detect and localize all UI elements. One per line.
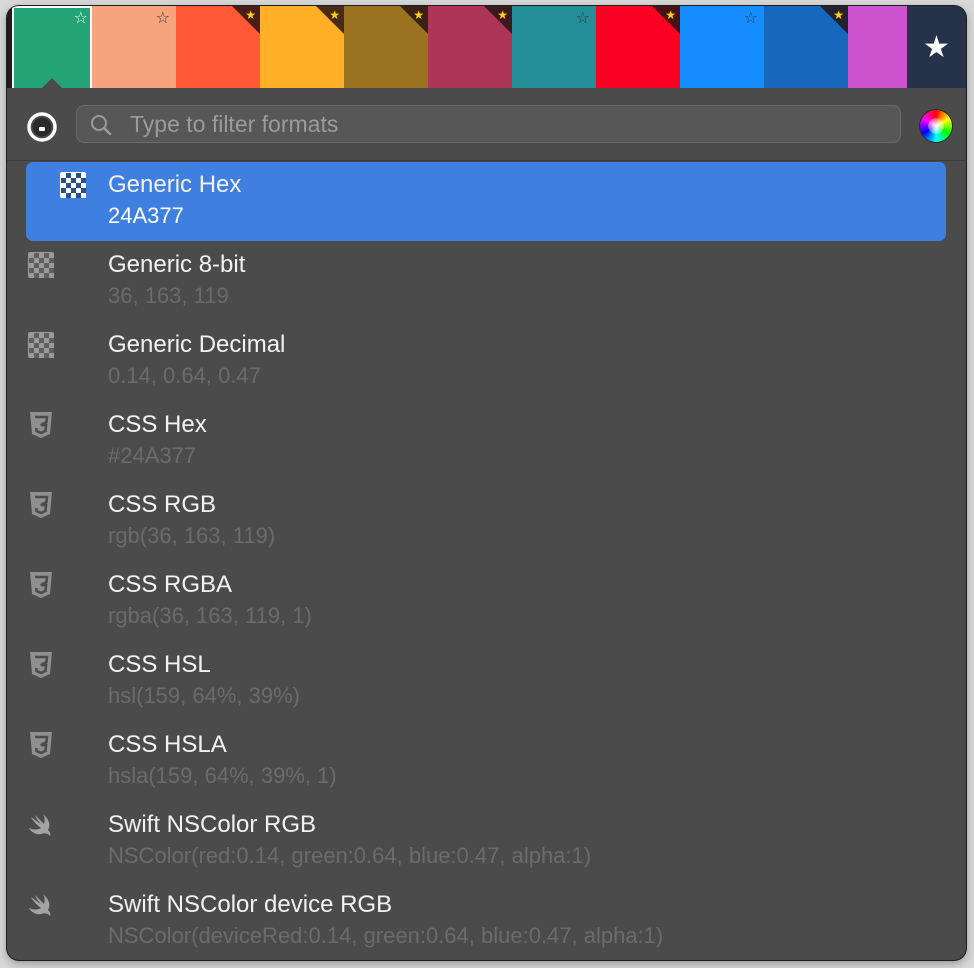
color-wheel-button[interactable] (920, 110, 952, 142)
format-title: Swift NSColor device RGB (108, 891, 393, 918)
format-row[interactable]: Generic Hex 24A377 (7, 161, 966, 241)
color-swatch[interactable]: ☆ (680, 6, 764, 88)
color-swatch[interactable]: ☆ (92, 6, 176, 88)
color-swatch[interactable]: ★ (344, 6, 428, 88)
format-title: CSS HSL (108, 651, 211, 678)
format-title: Generic 8-bit (108, 251, 246, 278)
color-swatch[interactable]: ★ (764, 6, 848, 88)
format-value: NSColor(deviceRed:0.14, green:0.64, blue… (108, 923, 664, 948)
css3-icon (27, 651, 55, 679)
format-value: hsla(159, 64%, 39%, 1) (108, 763, 337, 788)
color-swatch[interactable]: ★ (260, 6, 344, 88)
format-row[interactable]: CSS RGB rgb(36, 163, 119) (7, 481, 966, 561)
star-icon: ★ (833, 8, 844, 22)
format-row[interactable]: Swift NSColor device RGB NSColor(deviceRe… (7, 881, 966, 960)
color-swatch[interactable]: ★ (596, 6, 680, 88)
format-row[interactable]: CSS HSL hsl(159, 64%, 39%) (7, 641, 966, 721)
picker-ring-icon (27, 112, 57, 142)
checkerboard-icon (59, 171, 87, 199)
color-formats-popover: ☆ ☆ ★ ★ ★ ★ ☆ ★ ☆ ★ ★ Generic Hex 24A377 Generic 8-… (7, 6, 966, 960)
css3-icon (27, 731, 55, 759)
format-row[interactable]: Generic 8-bit 36, 163, 119 (7, 241, 966, 321)
color-swatch[interactable]: ☆ (512, 6, 596, 88)
color-swatch[interactable]: ☆ (12, 6, 92, 89)
css3-icon (27, 411, 55, 439)
star-icon: ★ (923, 29, 950, 65)
format-title: CSS RGBA (108, 571, 233, 598)
checkerboard-icon (27, 251, 55, 279)
format-title: Generic Hex (108, 171, 242, 198)
star-icon: ★ (413, 8, 424, 22)
toolbar (7, 88, 966, 161)
star-outline-icon: ☆ (155, 8, 170, 27)
format-value: rgba(36, 163, 119, 1) (108, 603, 312, 628)
css3-icon (27, 491, 55, 519)
format-value: NSColor(red:0.14, green:0.64, blue:0.47,… (108, 843, 592, 868)
format-row[interactable]: Generic Decimal 0.14, 0.64, 0.47 (7, 321, 966, 401)
format-value: #24A377 (108, 443, 197, 468)
format-list: Generic Hex 24A377 Generic 8-bit 36, 163, 1… (7, 161, 966, 960)
format-title: CSS RGB (108, 491, 217, 518)
format-title: Swift NSColor RGB (108, 811, 317, 838)
favorites-button[interactable]: ★ (907, 6, 966, 88)
format-row[interactable]: CSS RGBA rgba(36, 163, 119, 1) (7, 561, 966, 641)
star-outline-icon: ☆ (73, 8, 88, 27)
star-icon: ★ (245, 8, 256, 22)
swatch-strip: ☆ ☆ ★ ★ ★ ★ ☆ ★ ☆ ★ (7, 6, 966, 89)
color-swatch[interactable]: ★ (176, 6, 260, 88)
checkerboard-icon (27, 331, 55, 359)
search-field[interactable] (76, 105, 901, 143)
format-row[interactable]: CSS Hex #24A377 (7, 401, 966, 481)
search-icon (91, 115, 112, 136)
star-outline-icon: ☆ (575, 8, 590, 27)
star-icon: ★ (665, 8, 676, 22)
format-value: 24A377 (108, 203, 184, 228)
swift-icon (27, 811, 55, 839)
format-value: 0.14, 0.64, 0.47 (108, 363, 261, 388)
format-value: 36, 163, 119 (108, 283, 229, 308)
star-icon: ★ (497, 8, 508, 22)
format-row[interactable]: CSS HSLA hsla(159, 64%, 39%, 1) (7, 721, 966, 801)
format-value: hsl(159, 64%, 39%) (108, 683, 300, 708)
eyedropper-picker-button[interactable] (26, 111, 58, 143)
format-title: CSS Hex (108, 411, 207, 438)
format-title: Generic Decimal (108, 331, 286, 358)
search-input[interactable] (130, 106, 890, 142)
css3-icon (27, 571, 55, 599)
format-title: CSS HSLA (108, 731, 227, 758)
swift-icon (27, 891, 55, 919)
star-icon: ★ (329, 8, 340, 22)
color-swatch[interactable]: ★ (428, 6, 512, 88)
star-outline-icon: ☆ (743, 8, 758, 27)
format-row[interactable]: Swift NSColor RGB NSColor(red:0.14, green… (7, 801, 966, 881)
format-value: rgb(36, 163, 119) (108, 523, 276, 548)
